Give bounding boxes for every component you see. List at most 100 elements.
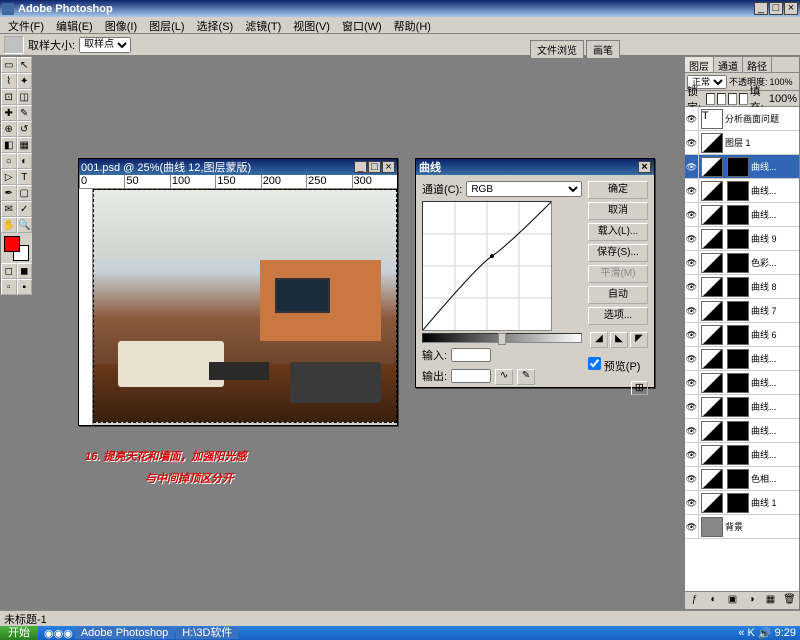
quickmask-off[interactable]: ◻ <box>1 263 17 279</box>
quickmask-on[interactable]: ◼ <box>17 263 33 279</box>
type-tool[interactable]: T <box>17 169 33 185</box>
visibility-icon[interactable]: 👁 <box>685 179 699 202</box>
layer-row[interactable]: 👁色彩... <box>685 251 799 275</box>
wand-tool[interactable]: ✦ <box>17 73 33 89</box>
layer-row[interactable]: 👁曲线... <box>685 371 799 395</box>
lock-pixels-icon[interactable] <box>717 93 726 105</box>
quicklaunch-icon[interactable]: ◉ <box>44 627 54 640</box>
layer-row[interactable]: 👁曲线... <box>685 443 799 467</box>
doc-max-button[interactable]: □ <box>368 161 381 173</box>
visibility-icon[interactable]: 👁 <box>685 131 699 154</box>
shape-tool[interactable]: ▢ <box>17 185 33 201</box>
visibility-icon[interactable]: 👁 <box>685 203 699 226</box>
options-button[interactable]: 选项... <box>588 307 648 325</box>
fx-icon[interactable]: ƒ <box>688 594 702 608</box>
history-brush-tool[interactable]: ↺ <box>17 121 33 137</box>
eraser-tool[interactable]: ◧ <box>1 137 17 153</box>
smooth-button[interactable]: 平滑(M) <box>588 265 648 283</box>
tab-channels[interactable]: 通道 <box>714 57 743 72</box>
gradient-tool[interactable]: ▦ <box>17 137 33 153</box>
fill-value[interactable]: 100% <box>769 93 797 105</box>
visibility-icon[interactable]: 👁 <box>685 515 699 538</box>
color-swatch[interactable] <box>1 233 32 263</box>
start-button[interactable]: 开始 <box>0 626 38 640</box>
mask-icon[interactable]: ◐ <box>707 594 721 608</box>
lock-pos-icon[interactable] <box>728 93 737 105</box>
gray-eyedropper-icon[interactable]: ◣ <box>610 332 628 348</box>
load-button[interactable]: 载入(L)... <box>588 223 648 241</box>
curves-titlebar[interactable]: 曲线 × <box>416 159 654 175</box>
visibility-icon[interactable]: 👁 <box>685 395 699 418</box>
save-button[interactable]: 保存(S)... <box>588 244 648 262</box>
visibility-icon[interactable]: 👁 <box>685 251 699 274</box>
layer-row[interactable]: 👁曲线... <box>685 155 799 179</box>
quicklaunch-icon[interactable]: ◉ <box>63 627 73 640</box>
maximize-button[interactable]: □ <box>769 2 783 15</box>
marquee-tool[interactable]: ▭ <box>1 57 17 73</box>
dodge-tool[interactable]: ◐ <box>17 153 33 169</box>
folder-icon[interactable]: ▣ <box>726 594 740 608</box>
tab-paths[interactable]: 路径 <box>743 57 772 72</box>
pencil-tool-icon[interactable]: ✎ <box>517 369 535 385</box>
auto-button[interactable]: 自动 <box>588 286 648 304</box>
layer-row[interactable]: 👁曲线 1 <box>685 491 799 515</box>
visibility-icon[interactable]: 👁 <box>685 347 699 370</box>
input-field[interactable] <box>451 348 491 362</box>
menu-image[interactable]: 图像(I) <box>99 17 143 33</box>
new-layer-icon[interactable]: ▦ <box>764 594 778 608</box>
taskbar-item[interactable]: H:\3D软件 <box>176 627 238 639</box>
screen-std[interactable]: ▫ <box>1 279 17 295</box>
tab-brushes[interactable]: 画笔 <box>586 40 620 58</box>
brush-tool[interactable]: ✎ <box>17 105 33 121</box>
menu-view[interactable]: 视图(V) <box>287 17 336 33</box>
blur-tool[interactable]: ○ <box>1 153 17 169</box>
ramp-handle[interactable] <box>498 333 506 345</box>
crop-tool[interactable]: ⊡ <box>1 89 17 105</box>
layer-row[interactable]: 👁曲线... <box>685 419 799 443</box>
lasso-tool[interactable]: ⌇ <box>1 73 17 89</box>
move-tool[interactable]: ↖ <box>17 57 33 73</box>
visibility-icon[interactable]: 👁 <box>685 299 699 322</box>
expand-icon[interactable]: ⊞ <box>631 381 648 395</box>
zoom-tool[interactable]: 🔍 <box>17 217 33 233</box>
white-eyedropper-icon[interactable]: ◤ <box>630 332 648 348</box>
lock-all-icon[interactable] <box>739 93 748 105</box>
tab-layers[interactable]: 图层 <box>685 57 714 72</box>
taskbar-item[interactable]: Adobe Photoshop <box>75 627 174 639</box>
doc-min-button[interactable]: _ <box>354 161 367 173</box>
visibility-icon[interactable]: 👁 <box>685 371 699 394</box>
stamp-tool[interactable]: ⊕ <box>1 121 17 137</box>
visibility-icon[interactable]: 👁 <box>685 443 699 466</box>
layer-row[interactable]: 👁曲线... <box>685 347 799 371</box>
layer-row[interactable]: 👁曲线... <box>685 395 799 419</box>
fg-color[interactable] <box>4 236 20 252</box>
tray-icon[interactable]: 🔊 <box>758 627 772 640</box>
current-tool-icon[interactable] <box>4 36 24 54</box>
doc-close-button[interactable]: × <box>382 161 395 173</box>
curves-graph[interactable] <box>422 201 552 331</box>
menu-layer[interactable]: 图层(L) <box>143 17 190 33</box>
curve-tool-icon[interactable]: ∿ <box>495 369 513 385</box>
menu-edit[interactable]: 编辑(E) <box>50 17 99 33</box>
opacity-value[interactable]: 100% <box>770 77 793 87</box>
gradient-ramp[interactable] <box>422 333 582 343</box>
visibility-icon[interactable]: 👁 <box>685 419 699 442</box>
notes-tool[interactable]: ✉ <box>1 201 17 217</box>
tray-icon[interactable]: « <box>738 627 744 639</box>
heal-tool[interactable]: ✚ <box>1 105 17 121</box>
layer-row[interactable]: 👁图层 1 <box>685 131 799 155</box>
lock-trans-icon[interactable] <box>706 93 715 105</box>
visibility-icon[interactable]: 👁 <box>685 155 699 178</box>
menu-help[interactable]: 帮助(H) <box>388 17 437 33</box>
visibility-icon[interactable]: 👁 <box>685 323 699 346</box>
trash-icon[interactable]: 🗑 <box>783 594 797 608</box>
menu-filter[interactable]: 滤镜(T) <box>239 17 287 33</box>
hand-tool[interactable]: ✋ <box>1 217 17 233</box>
visibility-icon[interactable]: 👁 <box>685 107 699 130</box>
menu-window[interactable]: 窗口(W) <box>336 17 388 33</box>
pen-tool[interactable]: ✒ <box>1 185 17 201</box>
menu-file[interactable]: 文件(F) <box>2 17 50 33</box>
layer-list[interactable]: 👁T分析画面问题👁图层 1👁曲线...👁曲线...👁曲线...👁曲线 9👁色彩.… <box>685 107 799 591</box>
visibility-icon[interactable]: 👁 <box>685 467 699 490</box>
layer-row[interactable]: 👁曲线 7 <box>685 299 799 323</box>
